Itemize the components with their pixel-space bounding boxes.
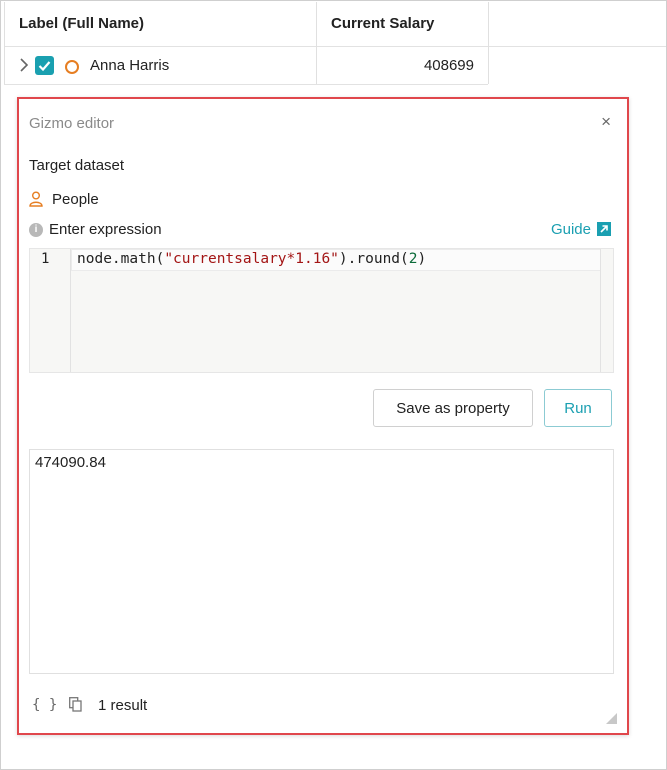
row-checkbox[interactable] [35, 56, 54, 75]
node-type-icon [65, 60, 79, 74]
line-number: 1 [41, 251, 50, 267]
guide-link[interactable]: Guide [551, 221, 611, 238]
editor-scrollbar[interactable] [600, 249, 601, 372]
row-salary-cell: 408699 [423, 57, 474, 74]
table-row[interactable]: Anna Harris 408699 [4, 47, 488, 85]
save-as-property-button[interactable]: Save as property [373, 389, 533, 427]
copy-icon[interactable] [69, 697, 82, 712]
results-output[interactable]: 474090.84 [29, 449, 614, 674]
json-view-icon[interactable]: { } [32, 697, 57, 713]
gizmo-editor-panel: Gizmo editor × Target dataset People i E… [17, 97, 629, 735]
run-button[interactable]: Run [544, 389, 612, 427]
code-number-token: 2 [408, 251, 418, 267]
line-gutter: 1 [30, 249, 71, 372]
column-divider [488, 2, 489, 84]
info-icon: i [29, 223, 43, 237]
expression-editor[interactable]: 1 node.math("currentsalary*1.16").round(… [29, 248, 614, 373]
code-text[interactable]: node.math("currentsalary*1.16").round(2) [77, 249, 426, 269]
resize-handle[interactable] [606, 713, 617, 724]
close-icon[interactable]: × [601, 112, 611, 132]
column-header-label[interactable]: Label (Full Name) [19, 2, 144, 46]
guide-label: Guide [550, 221, 591, 238]
expression-label: Enter expression [49, 221, 162, 238]
person-icon [29, 191, 43, 207]
target-dataset-label: Target dataset [29, 157, 125, 174]
panel-title: Gizmo editor [29, 115, 115, 132]
code-token: ) [417, 251, 427, 267]
row-name-cell: Anna Harris [90, 57, 170, 74]
column-header-salary[interactable]: Current Salary [331, 2, 434, 46]
external-link-icon [597, 222, 611, 236]
code-token: node.math( [77, 251, 165, 267]
chevron-right-icon[interactable] [18, 56, 30, 74]
result-count: 1 result [98, 697, 148, 714]
code-token: ).round( [338, 251, 409, 267]
code-string-token: "currentsalary*1.16" [164, 251, 339, 267]
check-icon [38, 61, 51, 72]
target-dataset-value[interactable]: People [52, 191, 99, 208]
table-header: Label (Full Name) Current Salary [4, 2, 666, 47]
result-value: 474090.84 [35, 454, 106, 471]
